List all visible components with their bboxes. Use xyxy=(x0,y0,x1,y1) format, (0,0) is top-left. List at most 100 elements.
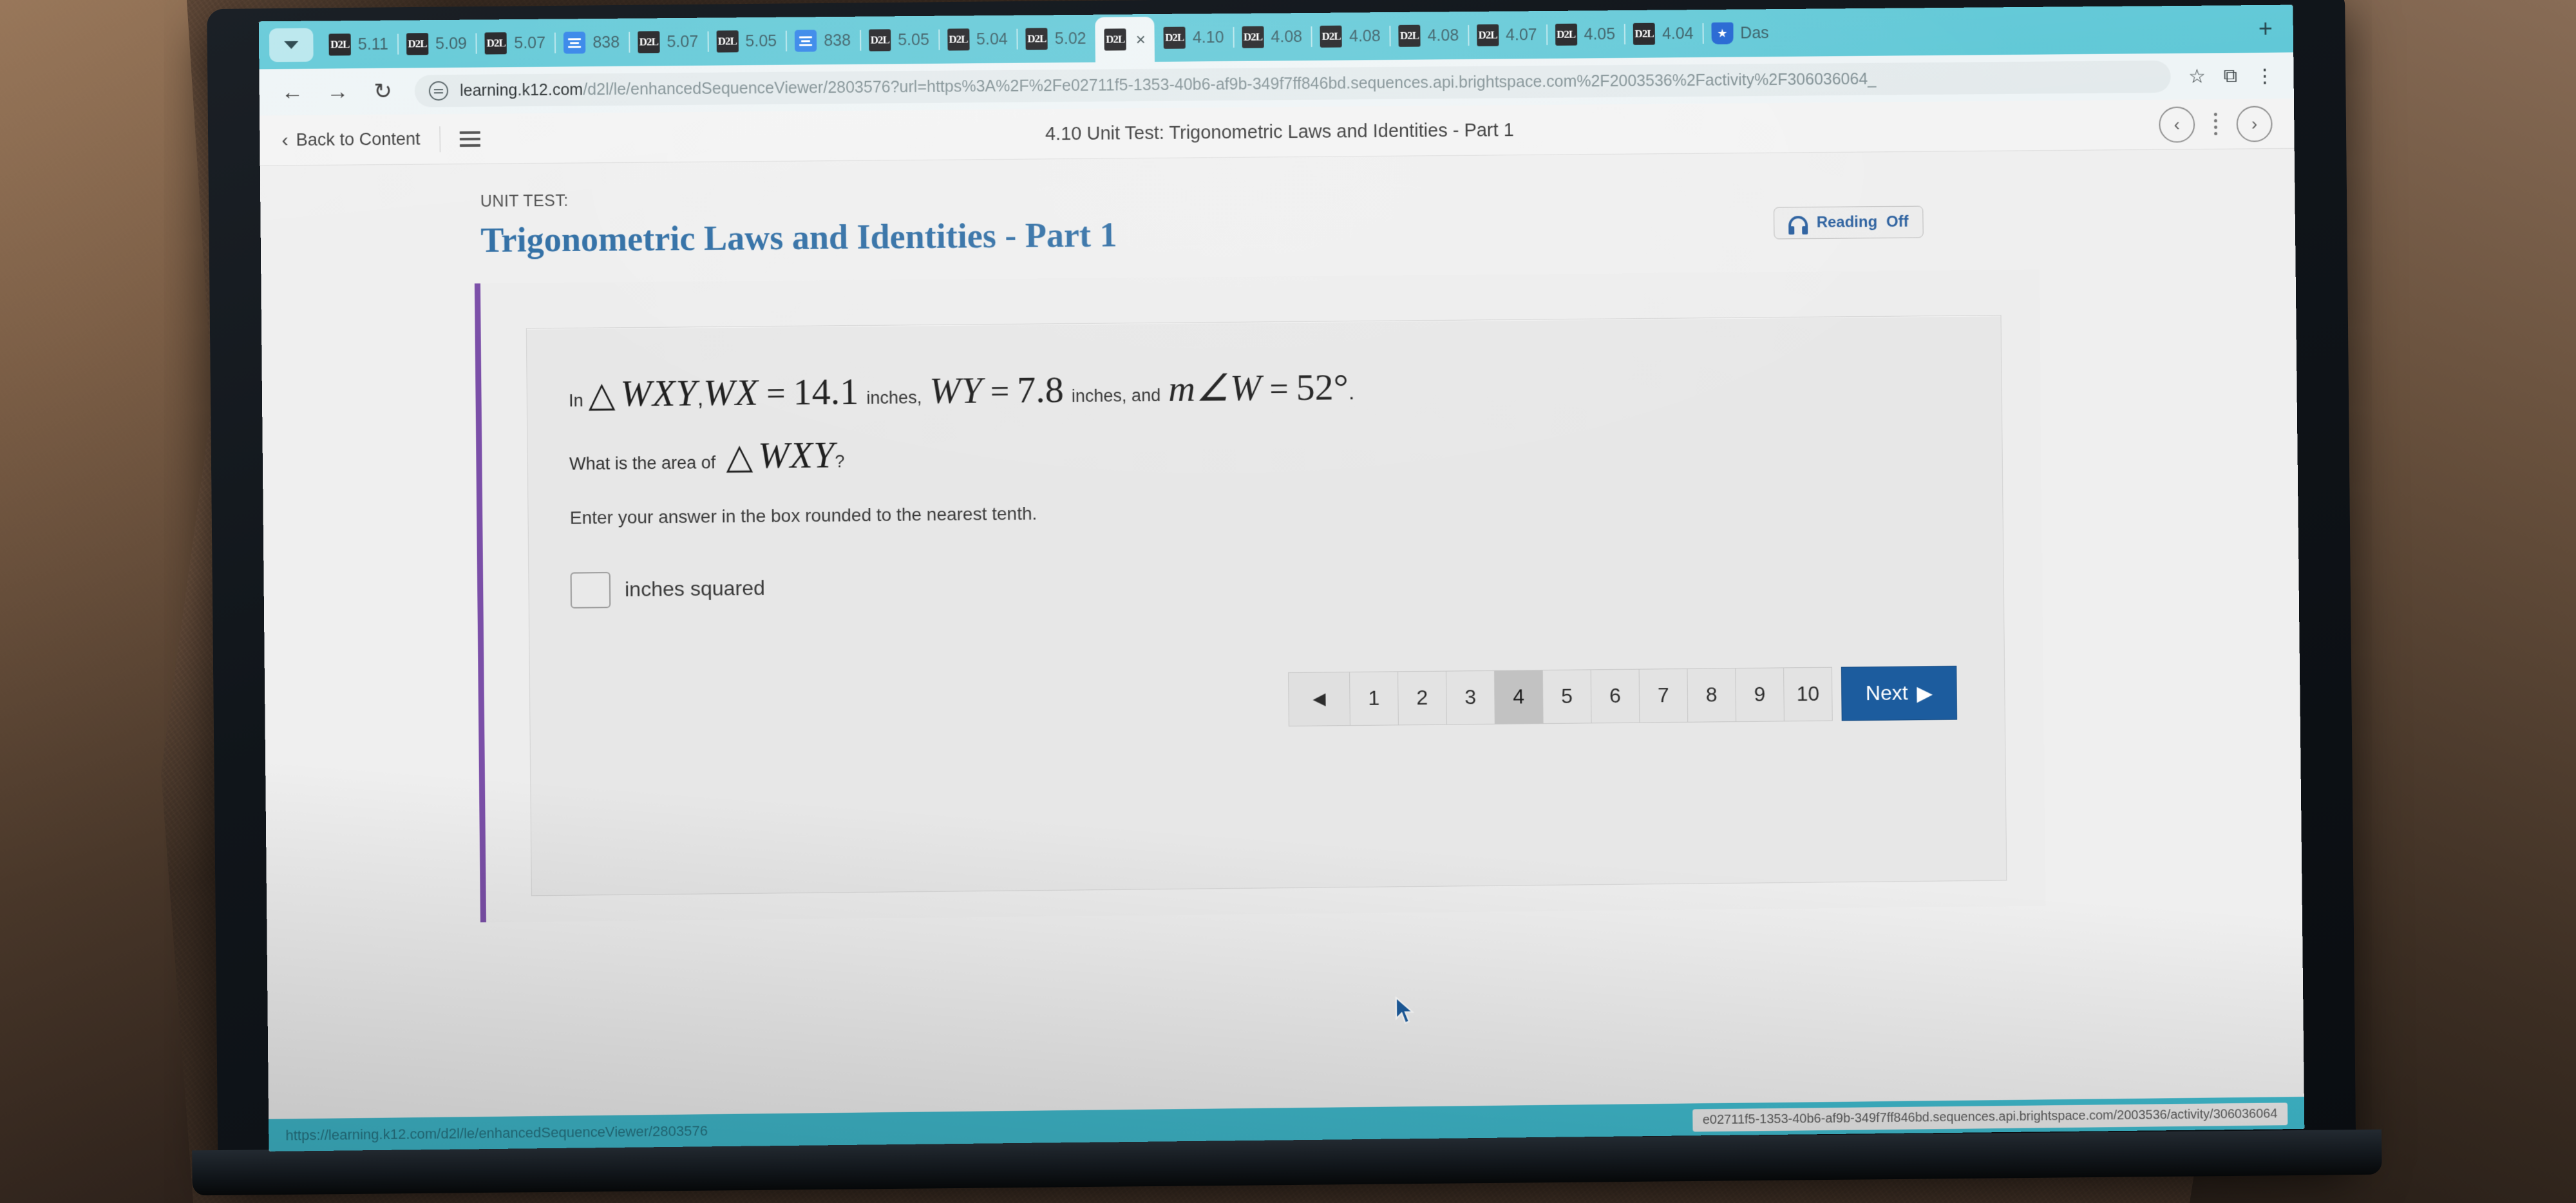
d2l-icon: D2L xyxy=(1025,28,1048,50)
browser-tab[interactable]: D2L 5.05 xyxy=(860,19,938,61)
close-icon[interactable]: × xyxy=(1135,30,1145,50)
question-prefix: In xyxy=(568,390,583,411)
status-right-text: e02711f5-1353-40b6-af9b-349f7ff846bd.seq… xyxy=(1692,1102,2288,1132)
browser-tab[interactable]: D2L 4.07 xyxy=(1468,14,1546,56)
browser-tab-title: 5.07 xyxy=(667,32,699,51)
pagination-page-button[interactable]: 7 xyxy=(1638,668,1689,723)
url-domain: learning.k12.com xyxy=(459,80,583,100)
pagination-page-button[interactable]: 8 xyxy=(1687,667,1737,723)
answer-input[interactable] xyxy=(570,571,611,609)
browser-tab[interactable]: D2L 5.04 xyxy=(938,19,1017,61)
browser-tab-title: 4.08 xyxy=(1427,26,1459,44)
browser-tab[interactable]: ★ Das xyxy=(1702,12,1778,54)
question-line-2-prefix: What is the area of xyxy=(569,453,716,474)
mouse-cursor xyxy=(1395,996,1415,1025)
browser-tab[interactable]: D2L 4.04 xyxy=(1624,13,1703,55)
browser-tab[interactable]: D2L 4.08 xyxy=(1233,16,1311,58)
d2l-icon: D2L xyxy=(868,29,891,52)
pagination-page-button[interactable]: 10 xyxy=(1783,667,1833,721)
back-icon[interactable]: ← xyxy=(279,80,307,104)
pagination-page-button[interactable]: 4 xyxy=(1493,669,1544,725)
d2l-icon: D2L xyxy=(1398,24,1421,47)
browser-tab-title: 838 xyxy=(824,31,851,50)
browser-tab[interactable]: D2L 4.05 xyxy=(1546,14,1624,55)
question-card: In △ WXY , WX = 14.1 inches, WY = 7.8 in… xyxy=(526,315,2007,896)
reload-icon[interactable]: ↻ xyxy=(369,79,396,104)
browser-tab[interactable]: D2L 5.05 xyxy=(707,21,786,62)
d2l-icon: D2L xyxy=(716,30,739,53)
d2l-icon: D2L xyxy=(1104,28,1126,51)
equals-3: = xyxy=(1269,371,1289,408)
pagination-page-button[interactable]: 3 xyxy=(1446,670,1495,725)
lesson-page: UNIT TEST: Trigonometric Laws and Identi… xyxy=(260,148,2305,1151)
d2l-icon: D2L xyxy=(947,28,970,51)
browser-tab-title: 4.08 xyxy=(1271,27,1303,46)
kebab-menu-icon[interactable] xyxy=(2213,113,2218,135)
bookmark-star-icon[interactable]: ☆ xyxy=(2188,65,2206,88)
triangle-icon: △ xyxy=(588,375,616,414)
headphones-icon xyxy=(1788,216,1808,231)
browser-tab[interactable]: D2L 5.09 xyxy=(397,23,477,65)
forward-icon[interactable]: → xyxy=(324,79,351,104)
side-2-value: 7.8 xyxy=(1016,368,1065,411)
content-wrapper: In △ WXY , WX = 14.1 inches, WY = 7.8 in… xyxy=(474,269,2046,923)
side-1-value: 14.1 xyxy=(793,370,859,413)
question-line-1: In △ WXY , WX = 14.1 inches, WY = 7.8 in… xyxy=(569,361,1960,415)
browser-tab-title: 4.08 xyxy=(1349,26,1381,45)
d2l-icon: D2L xyxy=(1477,24,1499,46)
pagination-page-button[interactable]: 9 xyxy=(1735,667,1785,722)
pagination-page-button[interactable]: 6 xyxy=(1590,668,1640,723)
pagination-page-button[interactable]: 2 xyxy=(1397,670,1447,725)
reading-toggle-state: Off xyxy=(1886,213,1909,231)
pagination-page-button[interactable]: 5 xyxy=(1542,668,1592,724)
browser-tab-title: 5.09 xyxy=(435,34,468,53)
previous-activity-button[interactable]: ‹ xyxy=(2159,106,2195,143)
equals-1: = xyxy=(766,375,786,413)
content-pane: In △ WXY , WX = 14.1 inches, WY = 7.8 in… xyxy=(480,269,2046,923)
new-tab-button[interactable]: + xyxy=(2244,15,2287,43)
tab-search-button[interactable] xyxy=(269,28,314,62)
browser-tab[interactable]: D2L 5.07 xyxy=(629,21,708,63)
page-title: 4.10 Unit Test: Trigonometric Laws and I… xyxy=(1045,119,1514,144)
browser-tab[interactable]: D2L 4.08 xyxy=(1311,15,1390,57)
browser-tab[interactable]: 838 xyxy=(786,20,860,62)
hamburger-icon[interactable] xyxy=(459,131,481,147)
browser-tab[interactable]: 838 xyxy=(554,22,629,64)
browser-tab-title: 5.05 xyxy=(898,30,930,49)
browser-tab[interactable]: D2L 4.10 xyxy=(1154,17,1233,59)
laptop: D2L 5.11 D2L 5.09 D2L 5.07 838 D2L 5.07 D2L 5.05 83… xyxy=(192,0,2382,1203)
browser-tab-title: 4.07 xyxy=(1505,25,1537,44)
browser-tab[interactable]: D2L 5.11 xyxy=(319,24,397,66)
browser-tab-title: 5.05 xyxy=(745,32,777,50)
site-settings-icon[interactable] xyxy=(428,81,449,101)
back-to-content-button[interactable]: ‹ Back to Content xyxy=(281,129,420,151)
address-bar[interactable]: learning.k12.com/d2l/le/enhancedSequence… xyxy=(414,60,2171,108)
browser-tab[interactable]: D2L 4.08 xyxy=(1389,15,1468,57)
question-mark: ? xyxy=(835,451,845,471)
angle-expression: m∠W xyxy=(1168,366,1262,410)
unit-1: inches, xyxy=(866,388,922,408)
reading-toggle[interactable]: Reading Off xyxy=(1773,205,1924,240)
d2l-icon: D2L xyxy=(638,31,660,53)
next-button[interactable]: Next ▶ xyxy=(1841,665,1958,721)
period-1: . xyxy=(1348,380,1355,405)
browser-menu-icon[interactable]: ⋮ xyxy=(2255,64,2275,87)
browser-tab-title: 5.11 xyxy=(357,35,388,53)
laptop-screen: D2L 5.11 D2L 5.09 D2L 5.07 838 D2L 5.07 D2L 5.05 83… xyxy=(258,5,2305,1151)
next-activity-button[interactable]: › xyxy=(2236,105,2273,142)
extensions-icon[interactable]: ⧉ xyxy=(2224,65,2238,87)
equals-2: = xyxy=(990,373,1010,411)
chevron-down-icon xyxy=(284,41,299,50)
browser-tab[interactable]: D2L × xyxy=(1095,16,1155,62)
google-docs-icon xyxy=(564,32,586,54)
next-button-label: Next xyxy=(1865,681,1908,705)
pagination-page-button[interactable]: 1 xyxy=(1349,670,1399,726)
pagination-prev-button[interactable]: ◀ xyxy=(1288,671,1350,726)
side-1-name: WX xyxy=(703,371,759,414)
browser-tab[interactable]: D2L 5.02 xyxy=(1016,18,1095,60)
browser-tab-title: 4.05 xyxy=(1584,24,1616,43)
header-nav-group: ‹ › xyxy=(2159,105,2273,143)
d2l-icon: D2L xyxy=(328,33,351,56)
browser-tab[interactable]: D2L 5.07 xyxy=(476,23,555,64)
browser-tab-title: Das xyxy=(1740,23,1769,42)
